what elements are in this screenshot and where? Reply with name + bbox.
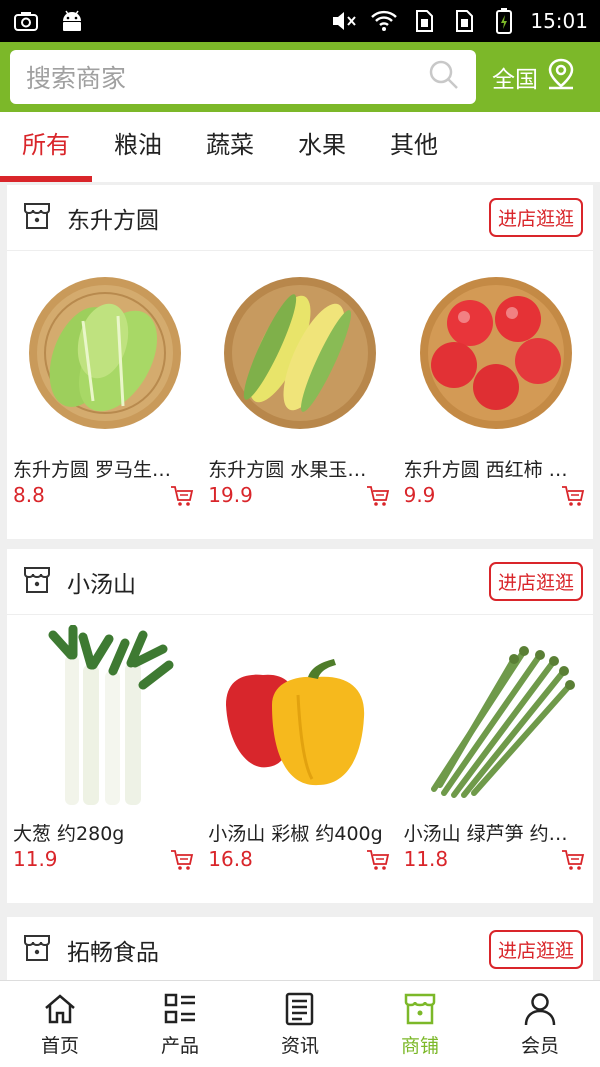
product-name: 大葱 约280g xyxy=(13,823,125,845)
store-icon xyxy=(404,993,436,1024)
product-name: 小汤山 绿芦笋 约… xyxy=(403,823,568,845)
user-icon xyxy=(524,992,556,1025)
cart-icon[interactable] xyxy=(170,485,194,507)
bell-pepper-image xyxy=(208,625,393,809)
shop-card: 小汤山 进店逛逛 大葱 约280g 11.9 小汤山 彩椒 约400g 16.8… xyxy=(7,549,593,903)
wifi-icon xyxy=(370,9,398,33)
tab-grain-oil[interactable]: 粮油 xyxy=(92,112,184,182)
product-name: 东升方圆 水果玉… xyxy=(208,459,367,481)
cart-icon[interactable] xyxy=(366,485,390,507)
android-icon xyxy=(58,9,86,33)
nav-products[interactable]: 产品 xyxy=(120,981,240,1067)
tab-fruit[interactable]: 水果 xyxy=(276,112,368,182)
shop-name: 拓畅食品 xyxy=(67,939,159,966)
status-time: 15:01 xyxy=(530,9,588,33)
tab-all[interactable]: 所有 xyxy=(0,112,92,182)
app-root: 15:01 搜索商家 全国 所有 粮油 蔬菜 水果 其他 东升方圆 进店逛逛 东… xyxy=(0,0,600,1067)
nav-home[interactable]: 首页 xyxy=(0,981,120,1067)
product-card[interactable]: 小汤山 绿芦笋 约… 11.8 xyxy=(398,615,593,903)
bottom-nav: 首页 产品 资讯 商铺 会员 xyxy=(0,980,600,1067)
cart-icon[interactable] xyxy=(170,849,194,871)
product-name: 东升方圆 罗马生… xyxy=(13,459,172,481)
product-price: 8.8 xyxy=(13,483,45,507)
shop-name: 小汤山 xyxy=(67,571,136,598)
search-placeholder: 搜索商家 xyxy=(26,64,127,93)
tomato-image xyxy=(419,277,572,429)
home-icon xyxy=(45,993,75,1023)
nav-label: 产品 xyxy=(160,1034,199,1057)
product-name: 东升方圆 西红柿 … xyxy=(403,459,568,481)
product-price: 19.9 xyxy=(208,483,253,507)
shop-list: 东升方圆 进店逛逛 东升方圆 罗马生… 8.8 东升方圆 水果玉… 19.9 东… xyxy=(0,182,600,980)
product-card[interactable]: 大葱 约280g 11.9 xyxy=(7,615,202,903)
sim-1-icon xyxy=(410,9,438,33)
shop-header[interactable]: 东升方圆 进店逛逛 xyxy=(7,185,593,251)
header: 搜索商家 全国 xyxy=(0,42,600,112)
status-bar: 15:01 xyxy=(0,0,600,42)
store-icon xyxy=(21,200,53,236)
screenshot-icon xyxy=(12,9,40,33)
product-card[interactable]: 东升方圆 西红柿 … 9.9 xyxy=(398,251,593,539)
list-icon xyxy=(164,993,195,1023)
shop-header[interactable]: 拓畅食品 进店逛逛 xyxy=(7,917,593,980)
mute-icon xyxy=(330,9,358,33)
enter-shop-button[interactable]: 进店逛逛 xyxy=(488,198,583,237)
lettuce-image xyxy=(29,277,181,429)
search-icon[interactable] xyxy=(428,59,460,95)
nav-stores[interactable]: 商铺 xyxy=(360,981,480,1067)
enter-shop-button[interactable]: 进店逛逛 xyxy=(488,930,583,969)
battery-icon xyxy=(490,8,518,34)
nav-news[interactable]: 资讯 xyxy=(240,981,360,1067)
news-icon xyxy=(285,992,314,1025)
leek-image xyxy=(13,625,197,809)
product-price: 11.9 xyxy=(13,847,58,871)
store-icon xyxy=(21,564,53,600)
product-row: 大葱 约280g 11.9 小汤山 彩椒 约400g 16.8 小汤山 绿芦笋 … xyxy=(7,615,593,903)
store-icon xyxy=(21,932,53,968)
region-label: 全国 xyxy=(492,67,538,93)
corn-image xyxy=(224,277,377,429)
tab-other[interactable]: 其他 xyxy=(368,112,460,182)
nav-label: 首页 xyxy=(40,1034,79,1057)
cart-icon[interactable] xyxy=(561,849,585,871)
product-price: 11.8 xyxy=(403,847,449,871)
product-card[interactable]: 东升方圆 罗马生… 8.8 xyxy=(7,251,202,539)
search-input[interactable]: 搜索商家 xyxy=(10,50,476,104)
product-card[interactable]: 小汤山 彩椒 约400g 16.8 xyxy=(202,615,397,903)
shop-card: 拓畅食品 进店逛逛 xyxy=(7,917,593,980)
nav-label: 会员 xyxy=(520,1034,559,1057)
location-pin-icon xyxy=(546,58,576,96)
enter-shop-button[interactable]: 进店逛逛 xyxy=(488,562,583,601)
category-tabs: 所有 粮油 蔬菜 水果 其他 xyxy=(0,112,600,182)
product-price: 9.9 xyxy=(403,483,436,507)
shop-name: 东升方圆 xyxy=(67,207,159,234)
nav-member[interactable]: 会员 xyxy=(480,981,600,1067)
shop-header[interactable]: 小汤山 进店逛逛 xyxy=(7,549,593,615)
cart-icon[interactable] xyxy=(561,485,585,507)
region-selector[interactable]: 全国 xyxy=(492,58,576,96)
sim-2-icon xyxy=(450,9,478,33)
asparagus-image xyxy=(403,625,588,809)
product-name: 小汤山 彩椒 约400g xyxy=(208,823,383,845)
shop-card: 东升方圆 进店逛逛 东升方圆 罗马生… 8.8 东升方圆 水果玉… 19.9 东… xyxy=(7,185,593,539)
product-row: 东升方圆 罗马生… 8.8 东升方圆 水果玉… 19.9 东升方圆 西红柿 … … xyxy=(7,251,593,539)
product-price: 16.8 xyxy=(208,847,253,871)
product-card[interactable]: 东升方圆 水果玉… 19.9 xyxy=(202,251,397,539)
cart-icon[interactable] xyxy=(366,849,390,871)
nav-label: 资讯 xyxy=(280,1034,319,1057)
tab-vegetables[interactable]: 蔬菜 xyxy=(184,112,276,182)
nav-label: 商铺 xyxy=(400,1034,439,1057)
